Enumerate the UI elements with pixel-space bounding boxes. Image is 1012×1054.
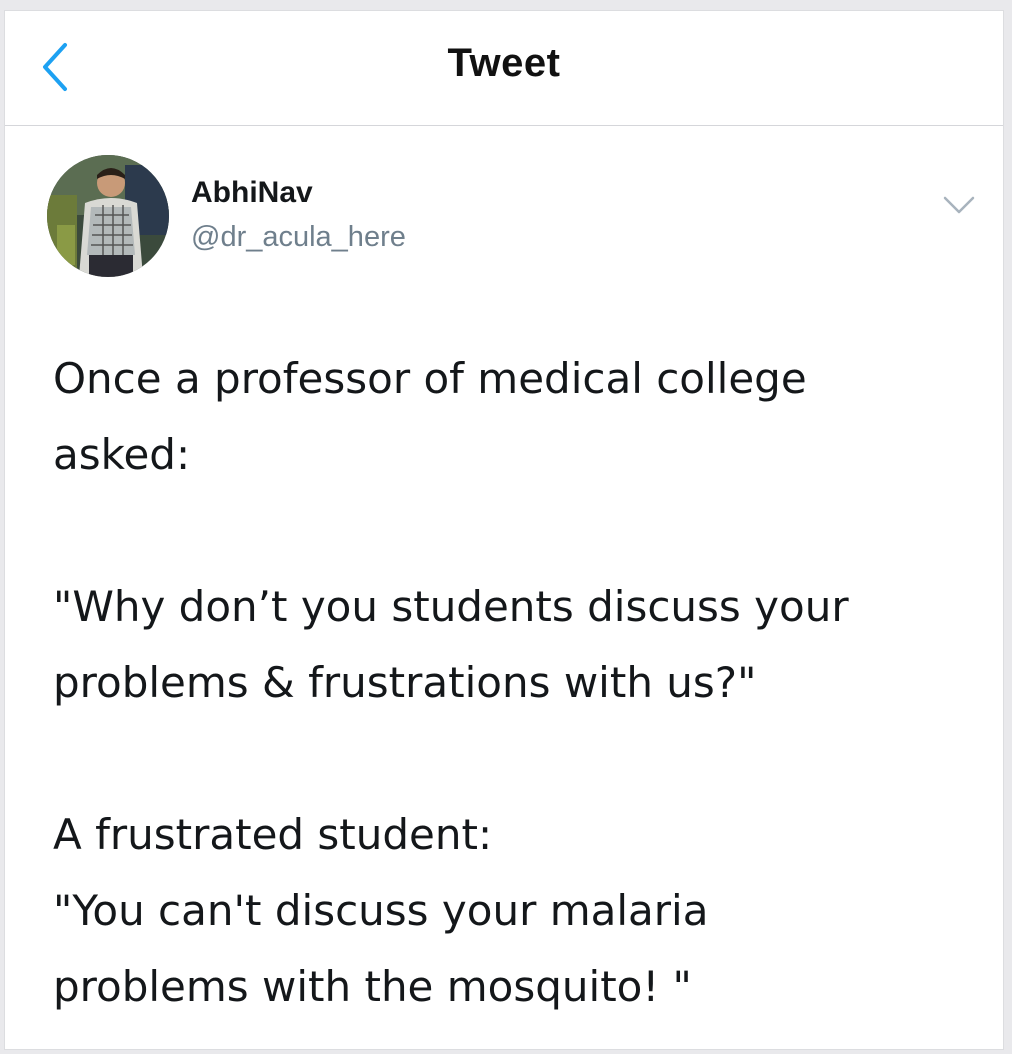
profile-photo <box>47 155 169 277</box>
tweet-header: AbhiNav @dr_acula_here <box>5 126 1003 296</box>
tweet-menu-button[interactable] <box>939 190 979 220</box>
tweet-line: problems with the mosquito! " <box>53 962 692 1011</box>
tweet-text: Once a professor of medical college aske… <box>53 341 993 1025</box>
tweet-line: "You can't discuss your malaria <box>53 886 709 935</box>
tweet-line: "Why don’t you students discuss your <box>53 582 849 631</box>
avatar[interactable] <box>47 155 169 277</box>
tweet-line: A frustrated student: <box>53 810 493 859</box>
tweet-screen: Tweet AbhiNav @dr_acula_here Once a prof… <box>4 10 1004 1050</box>
tweet-line: problems & frustrations with us?" <box>53 658 757 707</box>
page-title: Tweet <box>447 41 561 85</box>
chevron-down-icon <box>943 196 975 214</box>
tweet-line: Once a professor of medical college <box>53 354 807 403</box>
tweet-line: asked: <box>53 430 191 479</box>
author-display-name[interactable]: AbhiNav <box>191 176 313 210</box>
author-handle[interactable]: @dr_acula_here <box>191 221 406 254</box>
navigation-bar: Tweet <box>5 11 1003 126</box>
